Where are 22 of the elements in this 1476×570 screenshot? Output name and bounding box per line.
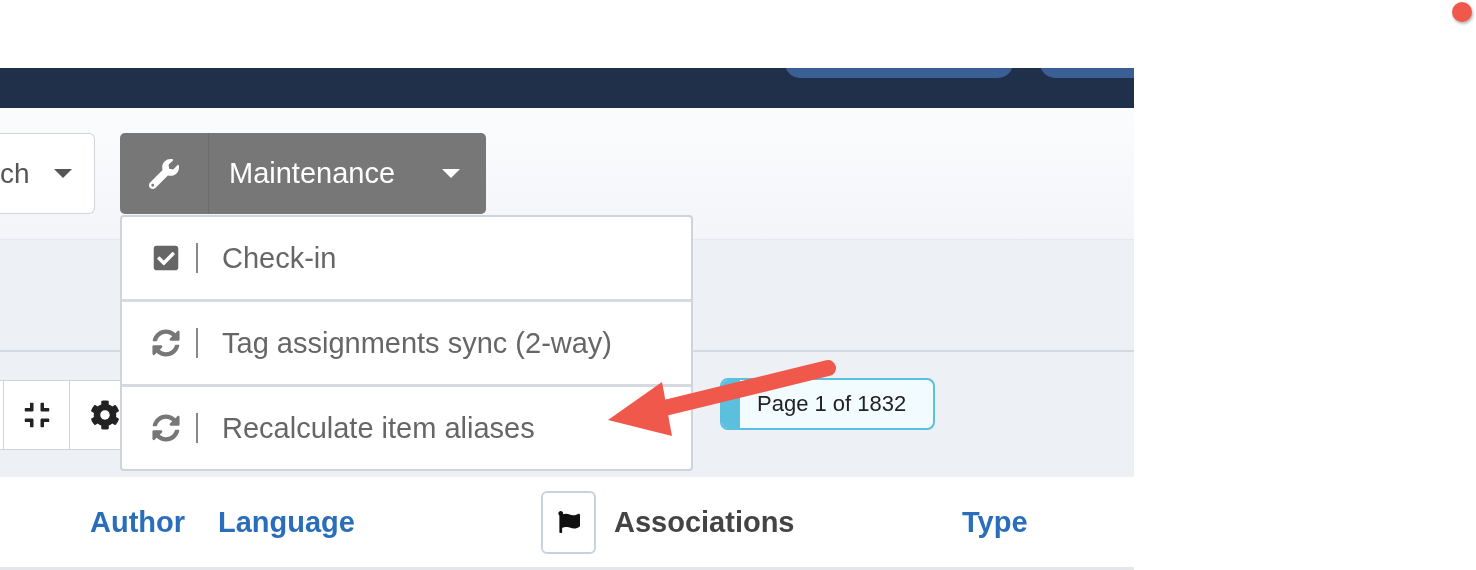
menu-item[interactable]: Tag assignments sync (2-way) xyxy=(122,302,691,387)
filter-dropdown[interactable]: ch xyxy=(0,133,95,214)
menu-item[interactable]: Check-in xyxy=(122,217,691,302)
pagination-badge: Page 1 of 1832 xyxy=(720,378,935,430)
checkbox-icon xyxy=(152,244,180,272)
settings-icon xyxy=(89,399,120,430)
flag-button[interactable] xyxy=(541,490,596,554)
wrench-icon xyxy=(149,158,179,189)
menu-item[interactable]: Recalculate item aliases xyxy=(122,387,691,469)
column-header: Associations xyxy=(614,505,795,539)
toolbar-button[interactable] xyxy=(4,379,70,450)
status-dot xyxy=(1452,2,1472,22)
sync-icon xyxy=(152,414,180,442)
column-header[interactable]: Type xyxy=(962,505,1028,539)
maintenance-button[interactable]: Maintenance xyxy=(120,133,486,214)
caret-icon xyxy=(442,169,460,178)
caret-icon xyxy=(54,169,72,178)
column-header[interactable]: Language xyxy=(218,505,355,539)
column-header[interactable]: Author xyxy=(90,505,186,539)
flag-icon xyxy=(557,511,580,533)
collapse-icon xyxy=(22,400,51,429)
sync-icon xyxy=(152,329,180,357)
